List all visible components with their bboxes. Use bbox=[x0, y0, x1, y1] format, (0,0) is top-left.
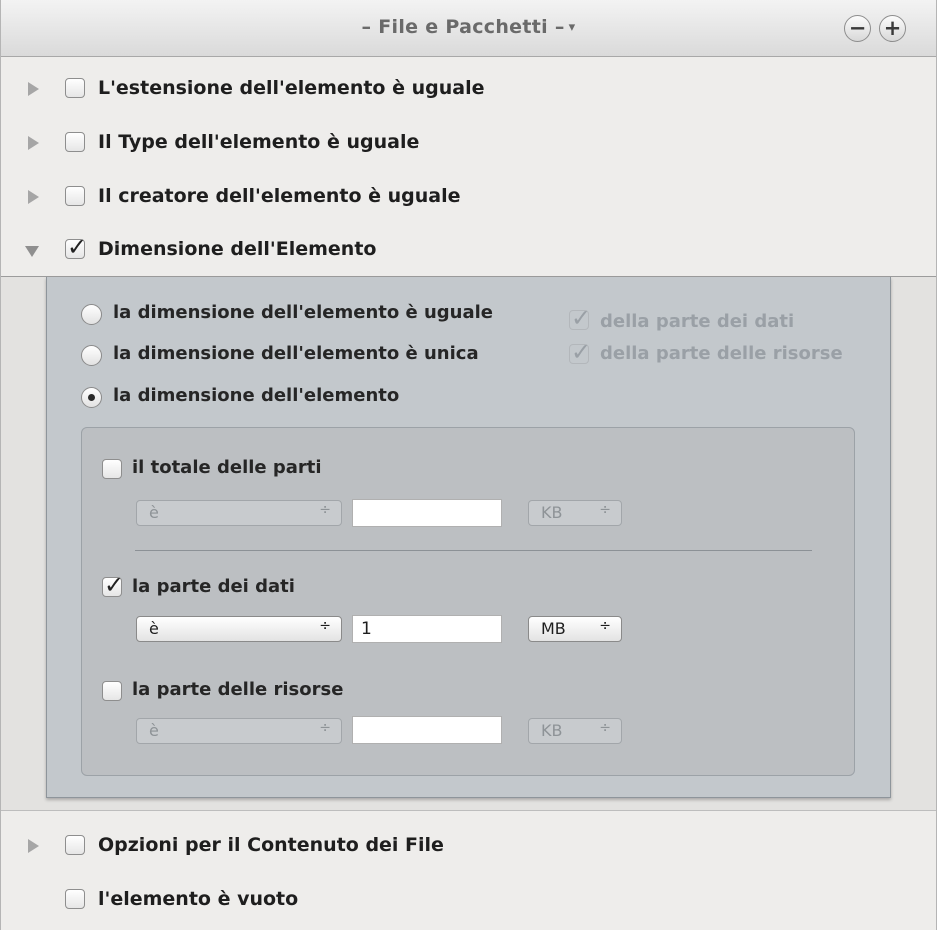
dimensione-options-panel: la dimensione dell'elemento è uguale la … bbox=[46, 277, 891, 798]
dimensione-options-section: la dimensione dell'elemento è uguale la … bbox=[1, 276, 936, 811]
updown-arrows-icon: ÷ bbox=[599, 720, 611, 736]
find-criteria-panel: – File e Pacchetti – ▾ − + L'estensione d… bbox=[0, 0, 937, 930]
fork-risorse-label: della parte delle risorse bbox=[600, 343, 843, 364]
parte-risorse-label: la parte delle risorse bbox=[132, 679, 344, 700]
updown-arrows-icon: ÷ bbox=[319, 618, 331, 634]
criterion-row-dimensione: Dimensione dell'Elemento bbox=[1, 224, 936, 276]
risorse-value-field[interactable] bbox=[352, 716, 502, 744]
disclosure-triangle-open-icon[interactable] bbox=[25, 246, 39, 257]
select-value: KB bbox=[541, 503, 563, 522]
criterion-checkbox[interactable] bbox=[65, 233, 87, 261]
add-button[interactable]: + bbox=[879, 15, 906, 42]
parte-risorse-checkbox[interactable] bbox=[102, 681, 122, 701]
radio-dimensione-uguale[interactable] bbox=[81, 304, 102, 325]
fork-risorse-checkbox[interactable] bbox=[569, 338, 591, 366]
criterion-label: L'estensione dell'elemento è uguale bbox=[98, 77, 485, 99]
updown-arrows-icon: ÷ bbox=[319, 502, 331, 518]
risorse-unit-select[interactable]: KB ÷ bbox=[528, 718, 622, 744]
radio-label: la dimensione dell'elemento bbox=[113, 385, 400, 406]
criterion-row-estensione: L'estensione dell'elemento è uguale bbox=[1, 63, 936, 115]
totale-value-field[interactable] bbox=[352, 499, 502, 527]
disclosure-triangle-icon[interactable] bbox=[28, 136, 39, 150]
disclosure-triangle-icon[interactable] bbox=[28, 839, 39, 853]
select-value: MB bbox=[541, 619, 566, 638]
criterion-row-creatore: Il creatore dell'elemento è uguale bbox=[1, 171, 936, 223]
select-value: KB bbox=[541, 721, 563, 740]
radio-dimensione-unica[interactable] bbox=[81, 345, 102, 366]
fork-dati-checkbox[interactable] bbox=[569, 304, 591, 332]
select-value: è bbox=[149, 503, 159, 522]
updown-arrows-icon: ÷ bbox=[599, 618, 611, 634]
remove-button[interactable]: − bbox=[844, 15, 871, 42]
criterion-label: Dimensione dell'Elemento bbox=[98, 238, 377, 260]
dati-operator-select[interactable]: è ÷ bbox=[136, 616, 342, 642]
criterion-checkbox[interactable] bbox=[65, 835, 85, 855]
parte-dati-checkbox[interactable] bbox=[102, 571, 124, 599]
criterion-row-contenuto: Opzioni per il Contenuto dei File bbox=[1, 820, 936, 872]
criterion-row-vuoto: l'elemento è vuoto bbox=[1, 874, 936, 926]
category-title: – File e Pacchetti – bbox=[361, 16, 565, 38]
select-value: è bbox=[149, 721, 159, 740]
select-value: è bbox=[149, 619, 159, 638]
dati-value-field[interactable]: 1 bbox=[352, 615, 502, 643]
criterion-label: Il Type dell'elemento è uguale bbox=[98, 131, 420, 153]
dati-unit-select[interactable]: MB ÷ bbox=[528, 616, 622, 642]
risorse-operator-select[interactable]: è ÷ bbox=[136, 718, 342, 744]
radio-dimensione[interactable] bbox=[81, 387, 102, 408]
radio-label: la dimensione dell'elemento è unica bbox=[113, 343, 479, 364]
totale-operator-select[interactable]: è ÷ bbox=[136, 500, 342, 526]
fork-dati-label: della parte dei dati bbox=[600, 311, 795, 332]
category-header: – File e Pacchetti – ▾ − + bbox=[1, 0, 936, 57]
disclosure-triangle-icon[interactable] bbox=[28, 190, 39, 204]
divider bbox=[135, 550, 812, 551]
category-selector[interactable]: – File e Pacchetti – ▾ bbox=[1, 16, 936, 38]
totale-unit-select[interactable]: KB ÷ bbox=[528, 500, 622, 526]
radio-label: la dimensione dell'elemento è uguale bbox=[113, 302, 494, 323]
updown-arrows-icon: ÷ bbox=[319, 720, 331, 736]
criterion-label: Opzioni per il Contenuto dei File bbox=[98, 834, 444, 856]
criterion-label: l'elemento è vuoto bbox=[98, 888, 299, 910]
disclosure-triangle-icon[interactable] bbox=[28, 82, 39, 96]
updown-arrows-icon: ÷ bbox=[599, 502, 611, 518]
criterion-checkbox[interactable] bbox=[65, 186, 85, 206]
criterion-checkbox[interactable] bbox=[65, 132, 85, 152]
parts-box: il totale delle parti è ÷ KB ÷ la parte … bbox=[81, 427, 855, 776]
chevron-down-icon: ▾ bbox=[568, 20, 576, 35]
parte-dati-label: la parte dei dati bbox=[132, 576, 295, 597]
criterion-checkbox[interactable] bbox=[65, 889, 85, 909]
criterion-label: Il creatore dell'elemento è uguale bbox=[98, 185, 461, 207]
totale-parti-checkbox[interactable] bbox=[102, 459, 122, 479]
totale-parti-label: il totale delle parti bbox=[132, 457, 322, 478]
criterion-row-type: Il Type dell'elemento è uguale bbox=[1, 117, 936, 169]
criterion-checkbox[interactable] bbox=[65, 78, 85, 98]
